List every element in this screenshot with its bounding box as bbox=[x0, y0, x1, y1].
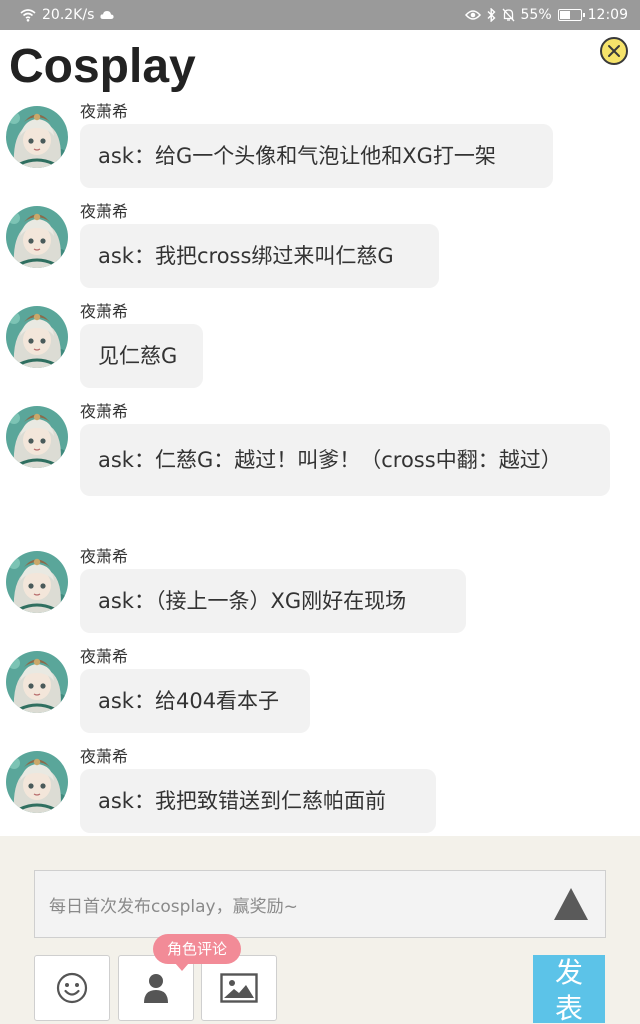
mute-bell-icon bbox=[502, 8, 515, 22]
message-list[interactable]: 夜萧希 ask：给G一个头像和气泡让他和XG打一架 夜萧希 ask：我把cros… bbox=[0, 100, 640, 836]
sender-name: 夜萧希 bbox=[80, 102, 129, 121]
avatar[interactable] bbox=[6, 406, 68, 468]
close-icon bbox=[608, 45, 620, 57]
avatar[interactable] bbox=[6, 206, 68, 268]
message-bubble[interactable]: ask：给G一个头像和气泡让他和XG打一架 bbox=[80, 124, 553, 188]
emoji-button[interactable] bbox=[34, 955, 110, 1021]
message-bubble[interactable]: ask：给404看本子 bbox=[80, 669, 310, 733]
app-screen: 20.2K/s 55% 12:09 Cosplay 夜萧希 ask：给G一个头像… bbox=[0, 0, 640, 1024]
compose-placeholder: 每日首次发布cosplay，赢奖励~ bbox=[49, 896, 298, 917]
avatar[interactable] bbox=[6, 551, 68, 613]
clock: 12:09 bbox=[587, 7, 628, 23]
avatar[interactable] bbox=[6, 306, 68, 368]
avatar[interactable] bbox=[6, 106, 68, 168]
eye-icon bbox=[464, 9, 481, 21]
message-bubble[interactable]: ask：我把致错送到仁慈帕面前 bbox=[80, 769, 436, 833]
post-button[interactable]: 发表 bbox=[533, 955, 605, 1023]
close-button[interactable] bbox=[600, 37, 628, 65]
battery-percent: 55% bbox=[520, 7, 552, 23]
battery-level bbox=[559, 11, 571, 19]
cloud-icon bbox=[100, 10, 114, 20]
battery-icon bbox=[557, 9, 585, 21]
smiley-icon bbox=[56, 972, 88, 1004]
message-bubble[interactable]: ask：仁慈G：越过！叫爹！（cross中翻：越过） bbox=[80, 424, 610, 496]
sender-name: 夜萧希 bbox=[80, 547, 129, 566]
sender-name: 夜萧希 bbox=[80, 302, 129, 321]
network-speed: 20.2K/s bbox=[42, 7, 95, 23]
person-icon bbox=[144, 974, 168, 1003]
triangle-up-icon[interactable] bbox=[553, 887, 589, 921]
sender-name: 夜萧希 bbox=[80, 202, 129, 221]
bluetooth-icon bbox=[487, 8, 496, 22]
post-button-label: 发表 bbox=[554, 956, 583, 1023]
compose-input[interactable]: 每日首次发布cosplay，赢奖励~ bbox=[34, 870, 606, 938]
message-bubble[interactable]: 见仁慈G bbox=[80, 324, 203, 388]
avatar[interactable] bbox=[6, 751, 68, 813]
image-button[interactable] bbox=[201, 955, 277, 1021]
avatar[interactable] bbox=[6, 651, 68, 713]
image-icon bbox=[220, 973, 258, 1003]
wifi-icon bbox=[20, 8, 36, 22]
page-title: Cosplay bbox=[9, 40, 196, 93]
message-bubble[interactable]: ask：（接上一条）XG刚好在现场 bbox=[80, 569, 466, 633]
status-bar: 20.2K/s 55% 12:09 bbox=[0, 0, 640, 30]
character-comment-tooltip: 角色评论 bbox=[153, 934, 242, 971]
sender-name: 夜萧希 bbox=[80, 647, 129, 666]
sender-name: 夜萧希 bbox=[80, 402, 129, 421]
sender-name: 夜萧希 bbox=[80, 747, 129, 766]
composer: 每日首次发布cosplay，赢奖励~ 角色评论 发表 bbox=[0, 836, 640, 1024]
message-bubble[interactable]: ask：我把cross绑过来叫仁慈G bbox=[80, 224, 439, 288]
